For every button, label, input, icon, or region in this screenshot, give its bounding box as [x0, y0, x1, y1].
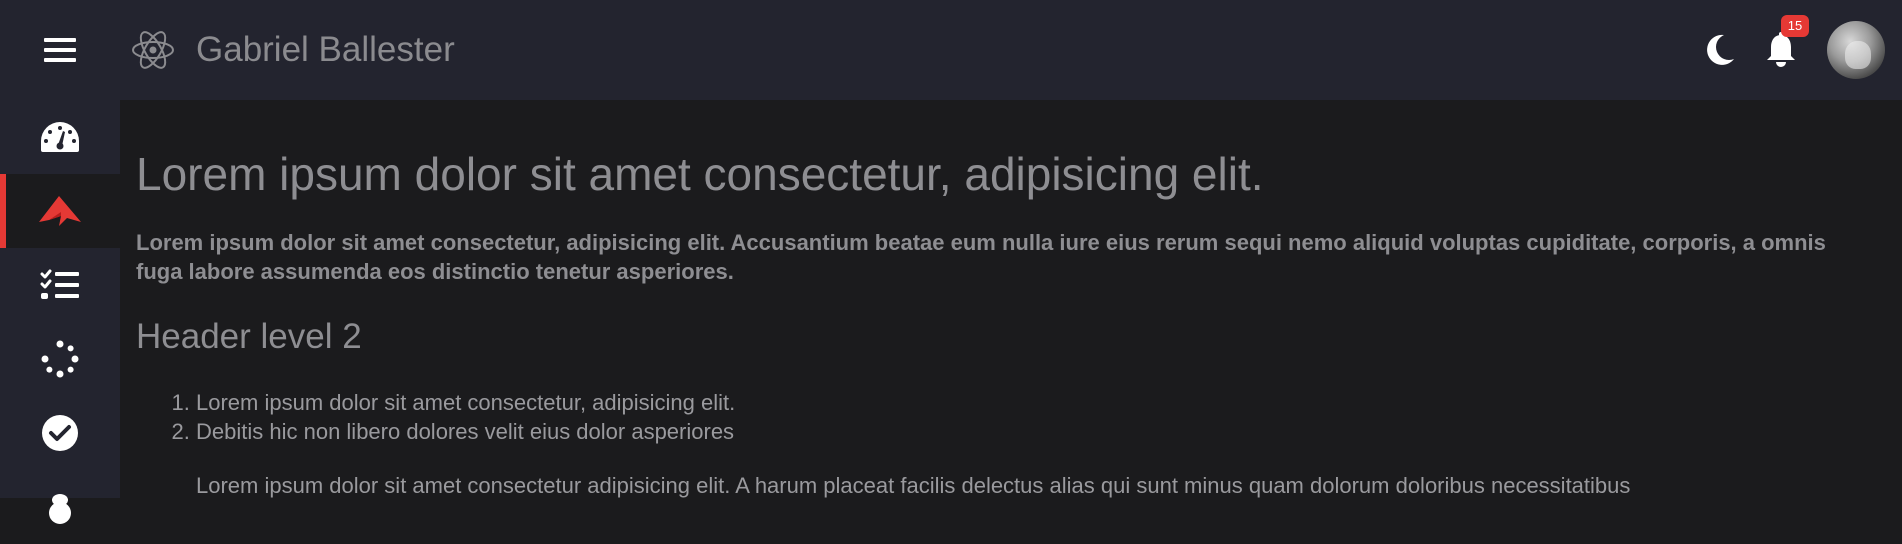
hamburger-menu-icon: [44, 38, 76, 62]
section-heading: Header level 2: [136, 317, 362, 356]
bug-icon: [49, 494, 71, 524]
notification-count-badge: 15: [1781, 15, 1809, 37]
react-atom-icon: [132, 31, 174, 69]
moon-icon: [1707, 34, 1734, 65]
list-item: Lorem ipsum dolor sit amet consectetur, …: [196, 388, 1902, 417]
ordered-list: Lorem ipsum dolor sit amet consectetur, …: [136, 388, 1902, 446]
check-circle-icon: [42, 415, 78, 451]
checklist-icon: [40, 269, 79, 299]
loading-spinner-icon: [41, 340, 79, 378]
notifications-button[interactable]: 15: [1761, 15, 1809, 75]
body-paragraph: Lorem ipsum dolor sit amet consectetur a…: [196, 473, 1631, 498]
top-app-bar: Gabriel Ballester 15: [0, 0, 1902, 100]
user-avatar[interactable]: [1827, 21, 1885, 79]
list-item: Debitis hic non libero dolores velit eiu…: [196, 417, 1902, 446]
sidebar-item-dashboard[interactable]: [0, 100, 120, 174]
brand[interactable]: Gabriel Ballester: [130, 27, 455, 73]
menu-button[interactable]: [0, 0, 120, 100]
speedometer-icon: [41, 122, 79, 152]
top-actions: 15: [1699, 0, 1902, 100]
main-content: Lorem ipsum dolor sit amet consectetur, …: [120, 100, 1902, 498]
theme-toggle-button[interactable]: [1699, 25, 1739, 75]
sidebar-item-send[interactable]: [0, 174, 120, 248]
sidebar: [0, 100, 120, 524]
sidebar-item-tasks[interactable]: [0, 248, 120, 322]
sidebar-item-completed[interactable]: [0, 396, 120, 470]
brand-title: Gabriel Ballester: [196, 30, 455, 69]
sidebar-item-bugs[interactable]: [0, 470, 120, 544]
page-title: Lorem ipsum dolor sit amet consectetur, …: [136, 148, 1264, 200]
paper-plane-icon: [39, 196, 81, 226]
bell-icon: [1767, 32, 1795, 67]
sidebar-item-loading[interactable]: [0, 322, 120, 396]
lead-paragraph: Lorem ipsum dolor sit amet consectetur, …: [136, 230, 1826, 284]
